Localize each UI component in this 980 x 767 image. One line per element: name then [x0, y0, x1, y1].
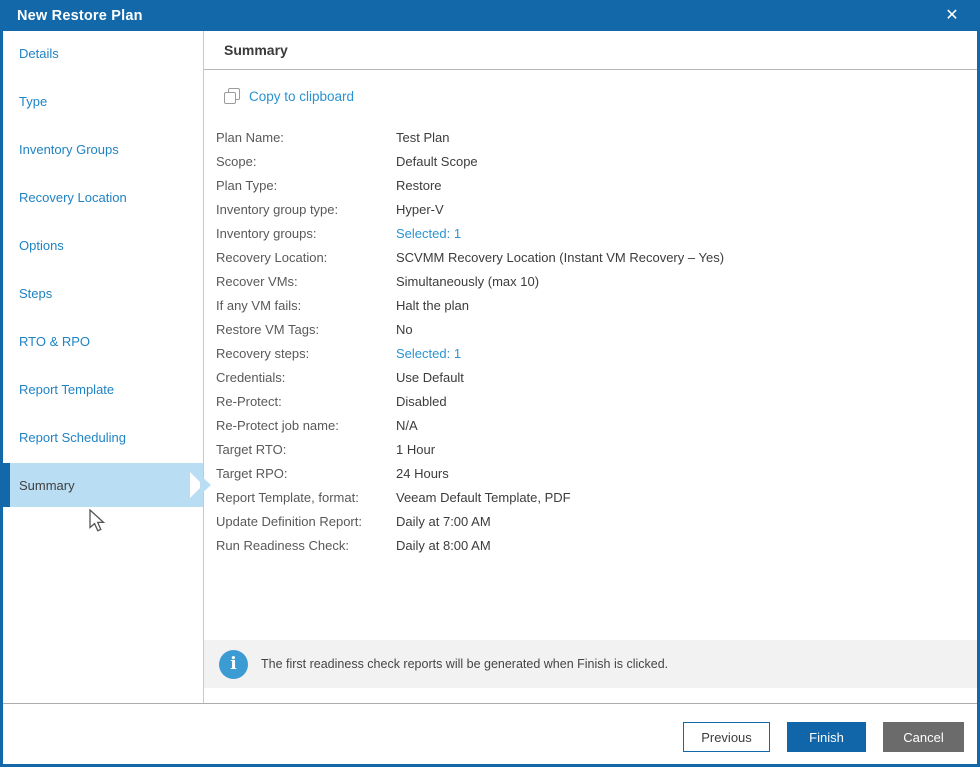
summary-row: Plan Name: Test Plan — [216, 125, 977, 149]
summary-row-label: Restore VM Tags: — [216, 321, 320, 337]
summary-row-label: Re-Protect job name: — [216, 417, 339, 433]
summary-row-value: Test Plan — [396, 129, 450, 145]
summary-row-label: Scope: — [216, 153, 257, 169]
wizard-sidebar: Details Type Inventory Groups Recovery Loca… — [3, 31, 204, 703]
copy-icon — [224, 88, 240, 104]
summary-row-label: Recovery steps: — [216, 345, 310, 361]
summary-row-value: Hyper-V — [396, 201, 444, 217]
summary-row: Inventory groups: Selected: 1 — [216, 221, 977, 245]
summary-row-value: Daily at 7:00 AM — [396, 513, 491, 529]
info-icon: i — [219, 649, 248, 679]
summary-page: Summary Copy to clipboard Plan Name: Test… — [204, 31, 977, 703]
titlebar: New Restore Plan ✕ — [3, 0, 977, 31]
dialog-title: New Restore Plan — [17, 7, 143, 24]
summary-row-label: Plan Name: — [216, 129, 284, 145]
sidebar-item-report-scheduling[interactable]: Report Scheduling — [3, 415, 203, 459]
new-restore-plan-dialog: New Restore Plan ✕ Details Type Inventory … — [0, 0, 980, 767]
sidebar-item-recovery-location[interactable]: Recovery Location — [3, 175, 203, 219]
summary-row: Plan Type: Restore — [216, 173, 977, 197]
summary-row-value: Daily at 8:00 AM — [396, 537, 491, 553]
summary-row-value: Restore — [396, 177, 442, 193]
summary-row: Update Definition Report: Daily at 7:00 A… — [216, 509, 977, 533]
sidebar-item-summary[interactable]: Summary — [3, 463, 203, 507]
summary-row-value: No — [396, 321, 413, 337]
summary-row: Recover VMs: Simultaneously (max 10) — [216, 269, 977, 293]
page-title: Summary — [204, 31, 977, 70]
summary-row-label: Inventory groups: — [216, 225, 317, 241]
sidebar-item-rto-rpo[interactable]: RTO & RPO — [3, 319, 203, 363]
summary-row-value: 1 Hour — [396, 441, 436, 457]
sidebar-item-details[interactable]: Details — [3, 31, 203, 75]
summary-row: Inventory group type: Hyper-V — [216, 197, 977, 221]
summary-row-label: Recovery Location: — [216, 249, 328, 265]
summary-row: Run Readiness Check: Daily at 8:00 AM — [216, 533, 977, 557]
summary-row-label: Target RPO: — [216, 465, 288, 481]
copy-to-clipboard-button[interactable]: Copy to clipboard — [224, 88, 354, 104]
summary-row-value-link[interactable]: Selected: 1 — [396, 346, 461, 361]
summary-row-value-link[interactable]: Selected: 1 — [396, 226, 461, 241]
summary-row-value: SCVMM Recovery Location (Instant VM Reco… — [396, 249, 725, 265]
sidebar-item-report-template[interactable]: Report Template — [3, 367, 203, 411]
summary-row: Credentials: Use Default — [216, 365, 977, 389]
summary-row: Target RTO: 1 Hour — [216, 437, 977, 461]
summary-rows: Plan Name: Test Plan Scope: Default Scope Pl… — [204, 125, 977, 557]
summary-row-label: Credentials: — [216, 369, 286, 385]
summary-row-label: Plan Type: — [216, 177, 278, 193]
copy-to-clipboard-label: Copy to clipboard — [249, 88, 355, 104]
summary-row-value: Halt the plan — [396, 297, 469, 313]
dialog-footer: Previous Finish Cancel — [3, 703, 977, 764]
summary-row-value: Default Scope — [396, 153, 478, 169]
summary-row: Target RPO: 24 Hours — [216, 461, 977, 485]
summary-row: Report Template, format: Veeam Default Te… — [216, 485, 977, 509]
summary-row: Recovery steps: Selected: 1 — [216, 341, 977, 365]
summary-row: Re-Protect: Disabled — [216, 389, 977, 413]
summary-row: Re-Protect job name: N/A — [216, 413, 977, 437]
summary-row: Scope: Default Scope — [216, 149, 977, 173]
sidebar-item-type[interactable]: Type — [3, 79, 203, 123]
dialog-body: Details Type Inventory Groups Recovery Loca… — [3, 31, 977, 703]
sidebar-nav: Details Type Inventory Groups Recovery Loca… — [3, 31, 203, 507]
summary-row-label: Report Template, format: — [216, 489, 359, 505]
summary-row: Restore VM Tags: No — [216, 317, 977, 341]
cancel-button[interactable]: Cancel — [883, 722, 964, 752]
summary-row-label: Update Definition Report: — [216, 513, 362, 529]
summary-row-value: N/A — [396, 417, 418, 433]
summary-row: If any VM fails: Halt the plan — [216, 293, 977, 317]
summary-row-value: Veeam Default Template, PDF — [396, 489, 571, 505]
info-banner: i The first readiness check reports will… — [204, 640, 977, 688]
finish-button[interactable]: Finish — [787, 722, 866, 752]
summary-row-label: Re-Protect: — [216, 393, 282, 409]
close-icon[interactable]: ✕ — [941, 5, 963, 27]
summary-row-label: If any VM fails: — [216, 297, 302, 313]
summary-row-value: Use Default — [396, 369, 464, 385]
info-banner-text: The first readiness check reports will b… — [261, 657, 669, 671]
summary-row-value: Disabled — [396, 393, 447, 409]
summary-row: Recovery Location: SCVMM Recovery Locatio… — [216, 245, 977, 269]
summary-row-label: Recover VMs: — [216, 273, 298, 289]
previous-button[interactable]: Previous — [683, 722, 770, 752]
summary-row-label: Run Readiness Check: — [216, 537, 349, 553]
summary-row-label: Inventory group type: — [216, 201, 339, 217]
summary-row-value: Simultaneously (max 10) — [396, 273, 540, 289]
sidebar-item-options[interactable]: Options — [3, 223, 203, 267]
summary-row-value: 24 Hours — [396, 465, 449, 481]
summary-row-label: Target RTO: — [216, 441, 287, 457]
sidebar-item-steps[interactable]: Steps — [3, 271, 203, 315]
sidebar-item-inventory-groups[interactable]: Inventory Groups — [3, 127, 203, 171]
